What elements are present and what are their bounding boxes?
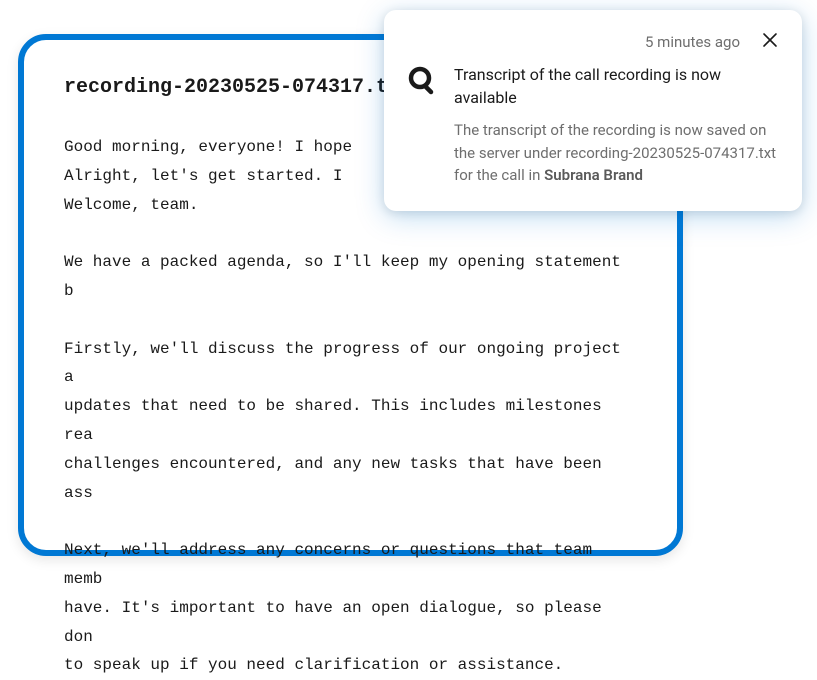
notification-card: 5 minutes ago Transcript of the call rec… — [384, 10, 802, 211]
notification-title: Transcript of the call recording is now … — [454, 63, 780, 109]
speech-bubble-icon — [406, 65, 436, 95]
close-button[interactable] — [760, 30, 780, 53]
notification-brand: Subrana Brand — [544, 166, 643, 184]
notification-description: The transcript of the recording is now s… — [454, 119, 780, 187]
notification-filename: recording-20230525-074317.txt — [565, 144, 776, 162]
notification-content: Transcript of the call recording is now … — [406, 63, 780, 187]
close-icon — [762, 32, 778, 51]
notification-header: 5 minutes ago — [406, 30, 780, 53]
notification-text: Transcript of the call recording is now … — [454, 63, 780, 187]
notification-timestamp: 5 minutes ago — [645, 33, 740, 51]
notification-description-middle: for the call in — [454, 166, 544, 184]
transcript-body: Good morning, everyone! I hope Alright, … — [64, 133, 637, 680]
